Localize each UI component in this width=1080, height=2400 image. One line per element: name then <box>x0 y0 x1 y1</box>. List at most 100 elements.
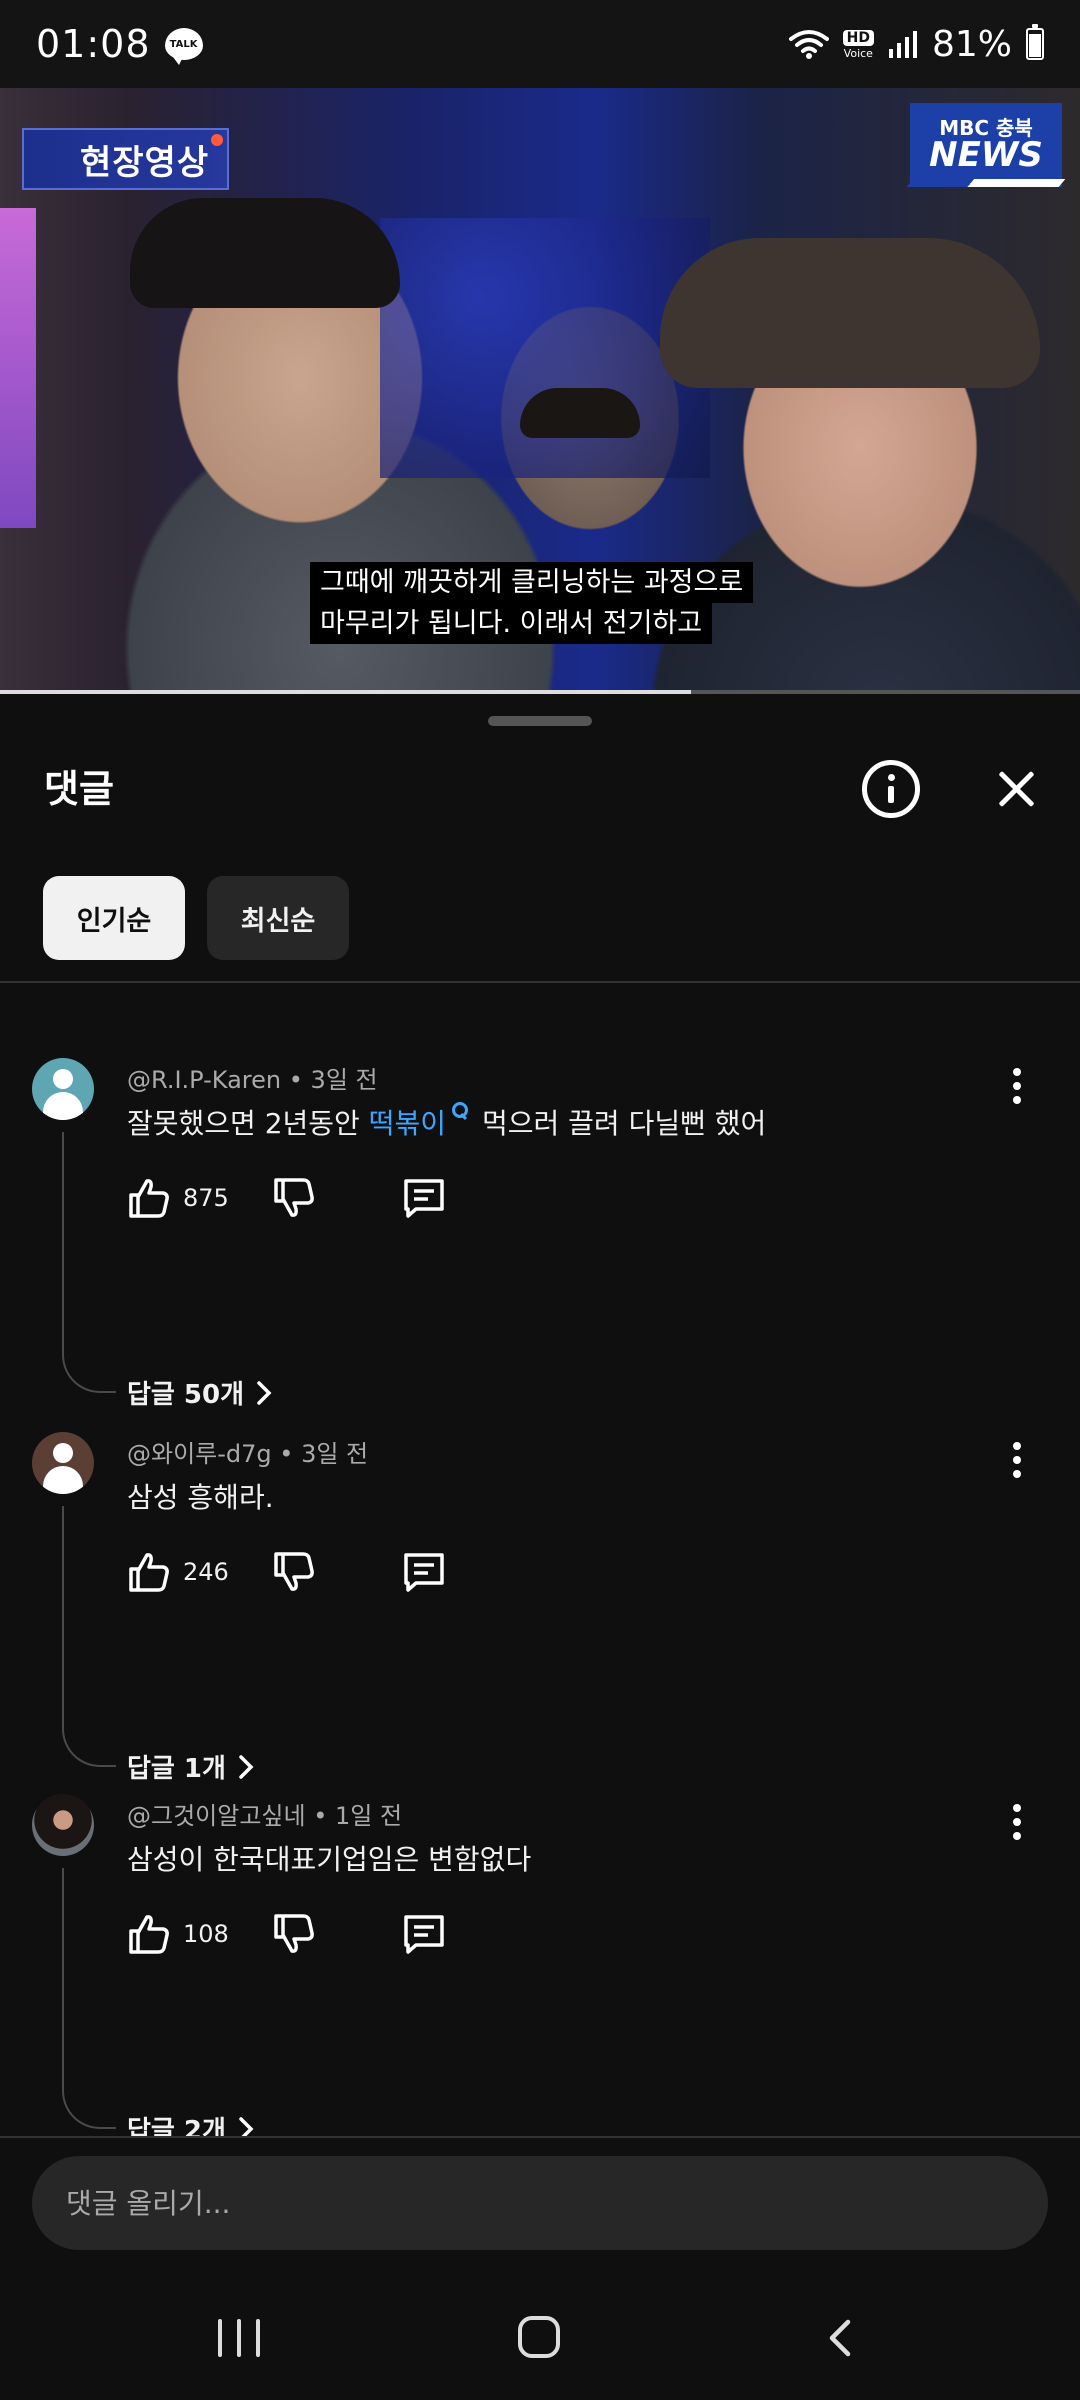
dislike-button[interactable] <box>272 1176 316 1224</box>
like-count: 875 <box>183 1184 229 1212</box>
comments-sheet: 댓글 인기순 최신순 @R.I.P-Karen • 3일 전 잘못했으면 2년동… <box>0 696 1080 2146</box>
comment-text: 잘못했으면 2년동안 떡볶이 먹으러 끌려 다닐뻔 했어 <box>127 1102 766 1142</box>
person-right-hair <box>660 238 1040 388</box>
comment-time: 1일 전 <box>335 1802 403 1830</box>
reply-button[interactable] <box>402 1912 446 1960</box>
video-subtitle: 그때에 깨끗하게 클리닝하는 과정으로 마무리가 됩니다. 이래서 전기하고 <box>310 562 754 644</box>
avatar[interactable] <box>32 1794 94 1856</box>
battery-percent: 81% <box>931 23 1012 65</box>
like-icon <box>129 1553 169 1592</box>
view-replies-button[interactable]: 답글 1개 <box>127 1748 254 1785</box>
more-icon[interactable] <box>1012 1068 1022 1104</box>
live-dot <box>211 134 224 146</box>
comment-time: 3일 전 <box>301 1440 369 1468</box>
meta-separator: • <box>288 1066 311 1094</box>
search-icon <box>450 1102 468 1120</box>
video-progress-bar[interactable] <box>0 690 1080 694</box>
voice-label: Voice <box>843 46 873 60</box>
sort-chip-newest[interactable]: 최신순 <box>207 876 349 960</box>
comment-actions: 246 <box>127 1550 527 1598</box>
reply-icon <box>404 1179 444 1218</box>
battery-fill <box>1029 34 1041 57</box>
divider <box>0 981 1080 983</box>
reply-button[interactable] <box>402 1176 446 1224</box>
chevron-right-icon <box>239 1754 254 1779</box>
signal-icon <box>888 31 917 58</box>
comment-input[interactable] <box>32 2156 1048 2250</box>
person-left-hair <box>130 198 400 308</box>
dislike-icon <box>274 1914 314 1953</box>
broadcaster-logo-main: NEWS <box>929 135 1043 175</box>
status-bar: 01:08 TALK HD Voice 81% <box>0 0 1080 88</box>
video-player[interactable]: 현장영상 MBC 충북 NEWS 그때에 깨끗하게 클리닝하는 과정으로 마무리… <box>0 88 1080 694</box>
dislike-button[interactable] <box>272 1912 316 1960</box>
like-icon <box>129 1179 169 1218</box>
subtitle-line-1: 그때에 깨끗하게 클리닝하는 과정으로 <box>310 562 754 603</box>
like-count: 108 <box>183 1920 229 1948</box>
person-middle-hair <box>520 388 640 438</box>
more-icon[interactable] <box>1012 1442 1022 1478</box>
talk-icon: TALK <box>164 28 203 65</box>
replies-label: 답글 50개 <box>127 1380 244 1410</box>
meta-separator: • <box>313 1802 335 1830</box>
reply-icon <box>404 1915 444 1954</box>
video-background-light <box>0 208 36 528</box>
system-nav-bar <box>0 2262 1080 2400</box>
like-button[interactable]: 246 <box>127 1550 229 1594</box>
comment-author[interactable]: @와이루-d7g <box>127 1440 272 1468</box>
avatar[interactable] <box>32 1058 94 1120</box>
dislike-button[interactable] <box>272 1550 316 1598</box>
like-icon <box>129 1915 169 1954</box>
comment-text: 삼성이 한국대표기업임은 변함없다 <box>127 1843 532 1876</box>
more-icon[interactable] <box>1012 1804 1022 1840</box>
dislike-icon <box>274 1552 314 1591</box>
dislike-icon <box>274 1178 314 1217</box>
reply-button[interactable] <box>402 1550 446 1598</box>
nav-back-icon[interactable] <box>822 2319 858 2357</box>
chevron-right-icon <box>257 1380 272 1405</box>
broadcaster-logo: MBC 충북 NEWS <box>906 103 1066 187</box>
subtitle-line-2: 마무리가 됩니다. 이래서 전기하고 <box>310 603 713 644</box>
hd-label: HD <box>842 29 874 46</box>
live-footage-badge: 현장영상 <box>22 128 230 190</box>
status-right: HD Voice 81% <box>788 23 1044 65</box>
wifi-icon <box>788 30 829 59</box>
like-button[interactable]: 875 <box>127 1176 229 1220</box>
battery-icon <box>1026 24 1044 60</box>
comment-text-part: 잘못했으면 2년동안 <box>127 1107 369 1140</box>
video-progress-fill <box>0 690 692 694</box>
thread-line <box>62 1506 116 1767</box>
nav-home-icon[interactable] <box>518 2316 560 2358</box>
close-icon[interactable] <box>990 762 1044 816</box>
search-link[interactable]: 떡볶이 <box>369 1107 446 1140</box>
comment-author[interactable]: @그것이알고싶네 <box>127 1802 306 1830</box>
view-replies-button[interactable]: 답글 50개 <box>127 1374 272 1411</box>
info-icon[interactable] <box>862 760 920 818</box>
comment-meta: @그것이알고싶네 • 1일 전 <box>127 1796 402 1831</box>
like-button[interactable]: 108 <box>127 1912 229 1956</box>
comment-meta: @와이루-d7g • 3일 전 <box>127 1434 368 1469</box>
comment-author[interactable]: @R.I.P-Karen <box>127 1066 281 1094</box>
nav-recent-icon[interactable] <box>218 2319 260 2357</box>
live-footage-label: 현장영상 <box>80 142 210 183</box>
status-left: 01:08 TALK <box>36 22 203 66</box>
comment-time: 3일 전 <box>310 1066 378 1094</box>
like-count: 246 <box>183 1558 229 1586</box>
meta-separator: • <box>279 1440 302 1468</box>
comment-text: 삼성 흥해라. <box>127 1481 274 1514</box>
thread-line <box>62 1868 116 2129</box>
comment-actions: 875 <box>127 1176 527 1224</box>
comment-meta: @R.I.P-Karen • 3일 전 <box>127 1060 378 1095</box>
sort-chip-popular[interactable]: 인기순 <box>43 876 185 960</box>
avatar[interactable] <box>32 1432 94 1494</box>
status-time: 01:08 <box>36 22 151 66</box>
reply-icon <box>404 1553 444 1592</box>
replies-label: 답글 1개 <box>127 1754 226 1784</box>
comment-text-part: 먹으러 끌려 다닐뻔 했어 <box>481 1107 767 1140</box>
thread-line <box>62 1132 116 1393</box>
comment-actions: 108 <box>127 1912 527 1960</box>
hd-voice-indicator: HD Voice <box>842 29 874 60</box>
sheet-drag-handle[interactable] <box>488 716 592 726</box>
broadcaster-logo-stripe <box>906 179 1066 187</box>
comments-title: 댓글 <box>44 767 114 811</box>
